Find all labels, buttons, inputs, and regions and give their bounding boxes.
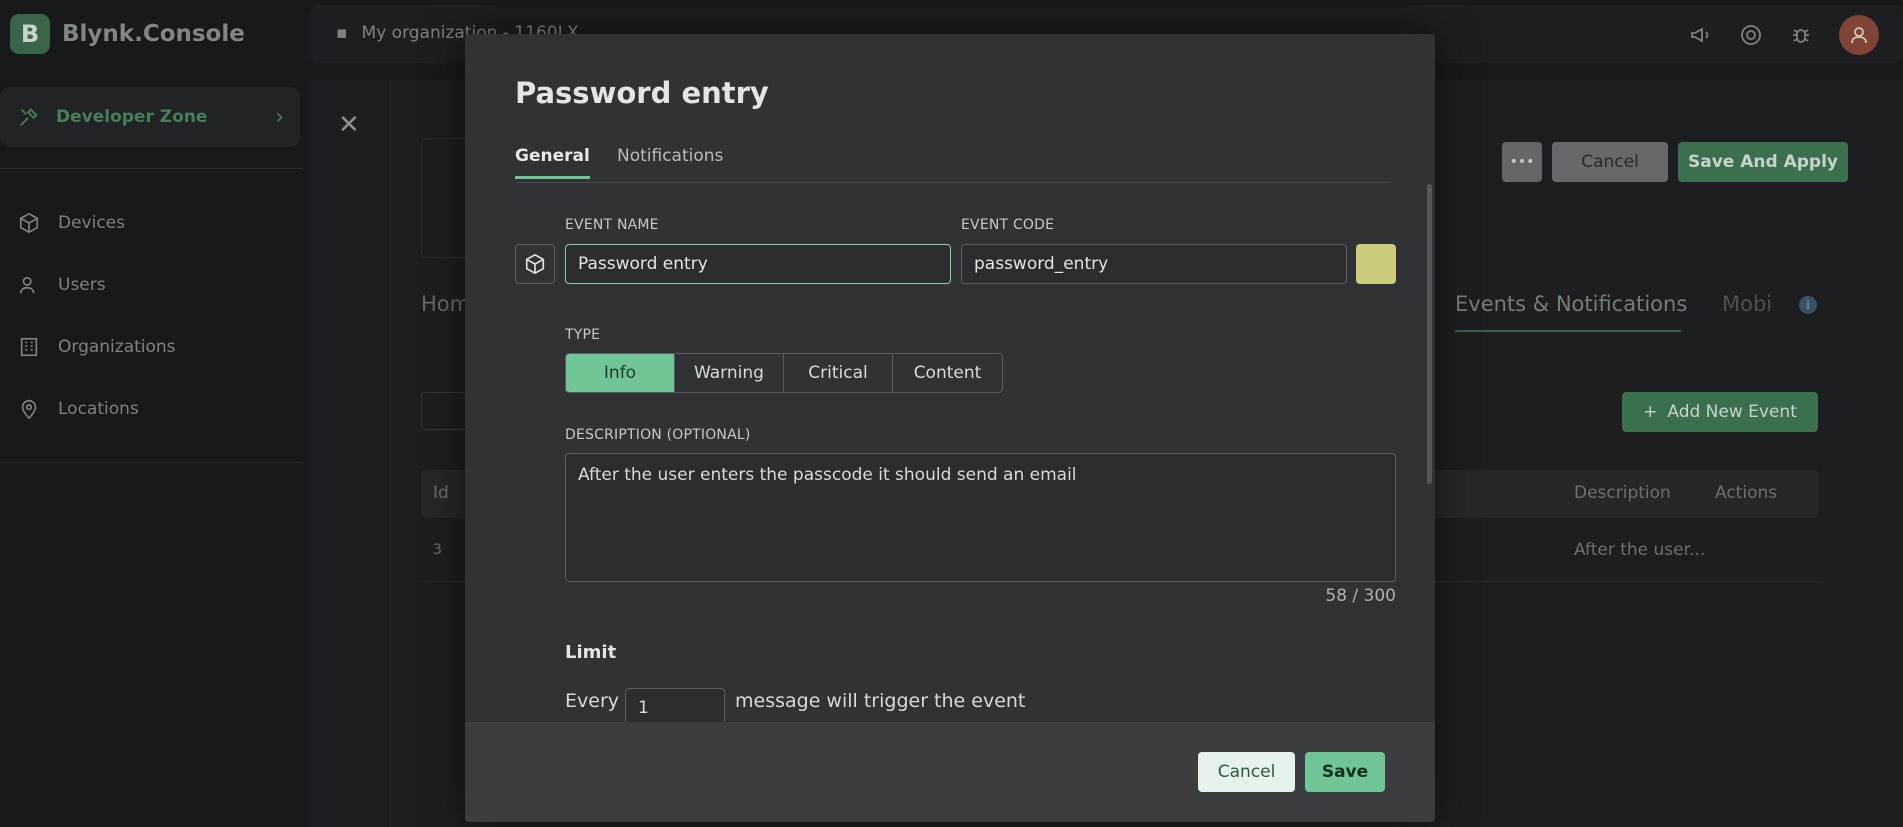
event-icon-picker[interactable] [515,244,555,284]
limit-suffix: message will trigger the event [735,690,1026,712]
type-label: TYPE [565,327,601,343]
type-option-warning[interactable]: Warning [675,354,784,392]
tab-general[interactable]: General [515,146,590,179]
modal-footer: Cancel Save [465,722,1435,822]
event-code-input[interactable] [961,244,1347,284]
description-char-counter: 58 / 300 [1325,586,1396,606]
cancel-button[interactable]: Cancel [1198,752,1295,792]
type-option-critical[interactable]: Critical [784,354,893,392]
type-selector: Info Warning Critical Content [565,353,1003,393]
type-option-content[interactable]: Content [893,354,1002,392]
event-name-label: EVENT NAME [565,217,659,233]
event-color-picker[interactable] [1356,244,1396,284]
description-textarea[interactable]: After the user enters the passcode it sh… [565,453,1396,582]
modal-title: Password entry [515,76,769,110]
modal-scrollbar[interactable] [1427,184,1432,484]
tab-notifications[interactable]: Notifications [617,146,723,166]
modal-tabs: General Notifications [515,146,1391,183]
limit-heading: Limit [565,642,617,663]
save-button[interactable]: Save [1305,752,1385,792]
event-name-input[interactable] [565,244,951,284]
event-code-label: EVENT CODE [961,217,1055,233]
description-label: DESCRIPTION (OPTIONAL) [565,427,751,443]
event-modal: Password entry General Notifications EVE… [465,34,1435,822]
type-option-info[interactable]: Info [566,354,675,392]
limit-prefix: Every [565,690,619,712]
cube-icon [525,253,545,275]
